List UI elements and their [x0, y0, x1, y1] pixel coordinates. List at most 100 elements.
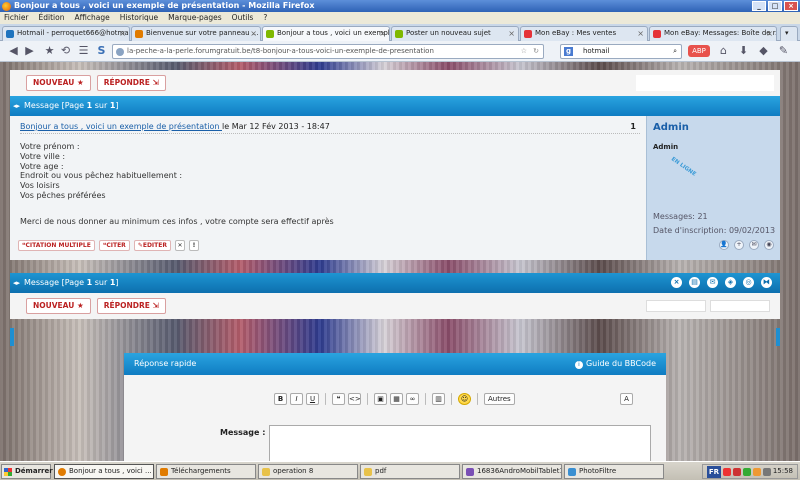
- history-icon[interactable]: ⟲: [58, 44, 73, 59]
- profile-icon[interactable]: 👤: [719, 240, 729, 250]
- left-side-tab[interactable]: [10, 328, 14, 346]
- smiley-icon[interactable]: ☺: [458, 393, 471, 405]
- start-button[interactable]: Démarrer: [1, 464, 53, 479]
- tab-label: Bonjour a tous , voici un exempl...: [277, 29, 390, 37]
- taskbar-item-photofiltre[interactable]: PhotoFiltre: [564, 464, 664, 479]
- tab-new-topic[interactable]: Poster un nouveau sujet ×: [391, 26, 519, 41]
- forward-icon[interactable]: ▶: [22, 44, 37, 59]
- menu-bar: Fichier Édition Affichage Historique Mar…: [0, 12, 800, 24]
- maximize-button[interactable]: □: [768, 1, 782, 11]
- close-tab-icon[interactable]: ×: [250, 27, 257, 40]
- post-title-link[interactable]: Bonjour a tous , voici un exemple de pré…: [20, 122, 222, 131]
- image-button[interactable]: ▣: [374, 393, 387, 405]
- tab-ebay-messages[interactable]: Mon eBay: Messages: Boîte de r... ×: [649, 26, 777, 41]
- tray-app-icon[interactable]: [722, 468, 731, 476]
- taskbar-item-firefox[interactable]: Bonjour a tous , voici ...: [54, 464, 154, 479]
- bold-button[interactable]: B: [274, 393, 287, 405]
- post-line: Endroit ou vous pêchez habituellement :: [20, 171, 183, 181]
- tray-app-icon[interactable]: [742, 468, 751, 476]
- right-side-tab[interactable]: [776, 328, 780, 346]
- language-indicator[interactable]: FR: [706, 466, 721, 478]
- menu-history[interactable]: Historique: [120, 12, 158, 24]
- taskbar-item-android[interactable]: 16836AndroMobilTablet1...: [462, 464, 562, 479]
- star-bookmark-icon[interactable]: ☆: [521, 45, 527, 58]
- delete-icon[interactable]: ✕: [174, 240, 185, 251]
- tab-current-topic[interactable]: Bonjour a tous , voici un exempl... ×: [262, 26, 390, 41]
- post-body: Votre prénom : Votre ville : Votre age :…: [20, 142, 620, 227]
- close-tab-icon[interactable]: ×: [637, 27, 644, 40]
- underline-button[interactable]: U: [306, 393, 319, 405]
- menu-tools[interactable]: Outils: [232, 12, 254, 24]
- downloads-icon: [160, 468, 168, 476]
- warning-icon[interactable]: !: [188, 240, 199, 251]
- menu-help[interactable]: ?: [263, 12, 267, 24]
- menu-edit[interactable]: Édition: [39, 12, 65, 24]
- topic-print-icon[interactable]: ▤: [689, 277, 700, 288]
- reply-button[interactable]: RÉPONDRE ⇲: [96, 75, 166, 91]
- tab-hotmail[interactable]: Hotmail - perroquet666@hotmail... ×: [2, 26, 130, 41]
- volume-icon[interactable]: [762, 468, 771, 476]
- topic-mail-icon[interactable]: ✉: [707, 277, 718, 288]
- navigation-arrows-icon[interactable]: ◂▸: [13, 96, 20, 116]
- tab-ebay-sales[interactable]: Mon eBay : Mes ventes ×: [520, 26, 648, 41]
- video-button[interactable]: ▦: [390, 393, 403, 405]
- close-tab-icon[interactable]: ×: [766, 27, 773, 40]
- reply-button[interactable]: RÉPONDRE ⇲: [96, 298, 166, 314]
- taskbar-item-pdf[interactable]: pdf: [360, 464, 460, 479]
- taskbar-item-operation8[interactable]: operation 8: [258, 464, 358, 479]
- add-friend-icon[interactable]: +: [734, 240, 744, 250]
- italic-button[interactable]: I: [290, 393, 303, 405]
- reload-icon[interactable]: ↻: [533, 45, 539, 58]
- tab-panneau[interactable]: Bienvenue sur votre panneau ... ×: [131, 26, 261, 41]
- url-bar[interactable]: la-peche-a-la-perle.forumgratuit.be/t8-b…: [112, 44, 544, 59]
- multi-quote-button[interactable]: ❝CITATION MULTIPLE: [18, 240, 95, 251]
- topic-watch-icon[interactable]: ◈: [725, 277, 736, 288]
- close-tab-icon[interactable]: ×: [119, 27, 126, 40]
- close-tab-icon[interactable]: ×: [508, 27, 515, 40]
- new-topic-button[interactable]: NOUVEAU ★: [26, 75, 91, 91]
- ebay-addon-icon[interactable]: ◆: [756, 44, 771, 59]
- back-icon[interactable]: ◀: [6, 44, 21, 59]
- tray-app-icon[interactable]: [732, 468, 741, 476]
- google-icon[interactable]: g: [564, 47, 573, 56]
- bookmarks-icon[interactable]: ★: [42, 44, 57, 59]
- bbcode-guide-link[interactable]: i Guide du BBCode: [574, 353, 656, 375]
- quote-tag-button[interactable]: ❝: [332, 393, 345, 405]
- website-icon[interactable]: ◉: [764, 240, 774, 250]
- menu-overflow-icon[interactable]: ✎: [776, 44, 791, 59]
- topic-close-icon[interactable]: ×: [671, 277, 682, 288]
- menu-file[interactable]: Fichier: [4, 12, 29, 24]
- tab-list-button[interactable]: ▾: [780, 26, 798, 41]
- link-button[interactable]: ∞: [406, 393, 419, 405]
- menu-bookmarks[interactable]: Marque-pages: [168, 12, 222, 24]
- more-tags-button[interactable]: Autres: [484, 393, 515, 405]
- new-topic-button[interactable]: NOUVEAU ★: [26, 298, 91, 314]
- topic-navigate-icon[interactable]: ⧓: [761, 277, 772, 288]
- site-identity-icon[interactable]: [116, 48, 124, 56]
- search-icon[interactable]: ⌕: [673, 45, 677, 58]
- table-button[interactable]: ▥: [432, 393, 445, 405]
- home-icon[interactable]: ⌂: [716, 44, 731, 59]
- code-tag-button[interactable]: <>: [348, 393, 361, 405]
- minimize-button[interactable]: _: [752, 1, 766, 11]
- quick-reply-header: Réponse rapide i Guide du BBCode: [124, 353, 666, 375]
- edit-button[interactable]: ✎EDITER: [133, 240, 171, 251]
- close-window-button[interactable]: ×: [784, 1, 798, 11]
- tray-app-icon[interactable]: [752, 468, 761, 476]
- author-contact-icons: 👤 + ✉ ◉: [719, 240, 774, 250]
- author-name[interactable]: Admin: [653, 122, 689, 133]
- quote-button[interactable]: ❝CITER: [98, 240, 130, 251]
- reader-icon[interactable]: ☰: [76, 44, 91, 59]
- font-style-icon[interactable]: A: [620, 393, 633, 405]
- adblock-icon[interactable]: ABP: [688, 45, 710, 57]
- close-tab-icon[interactable]: ×: [379, 27, 386, 40]
- message-textarea[interactable]: [269, 425, 651, 461]
- private-message-icon[interactable]: ✉: [749, 240, 759, 250]
- search-box[interactable]: g hotmail ⌕: [560, 44, 682, 59]
- addon-icon[interactable]: S: [94, 44, 109, 59]
- menu-view[interactable]: Affichage: [74, 12, 109, 24]
- taskbar-item-downloads[interactable]: Téléchargements: [156, 464, 256, 479]
- topic-share-icon[interactable]: ◎: [743, 277, 754, 288]
- download-icon[interactable]: ⬇: [736, 44, 751, 59]
- navigation-arrows-icon[interactable]: ◂▸: [13, 273, 20, 293]
